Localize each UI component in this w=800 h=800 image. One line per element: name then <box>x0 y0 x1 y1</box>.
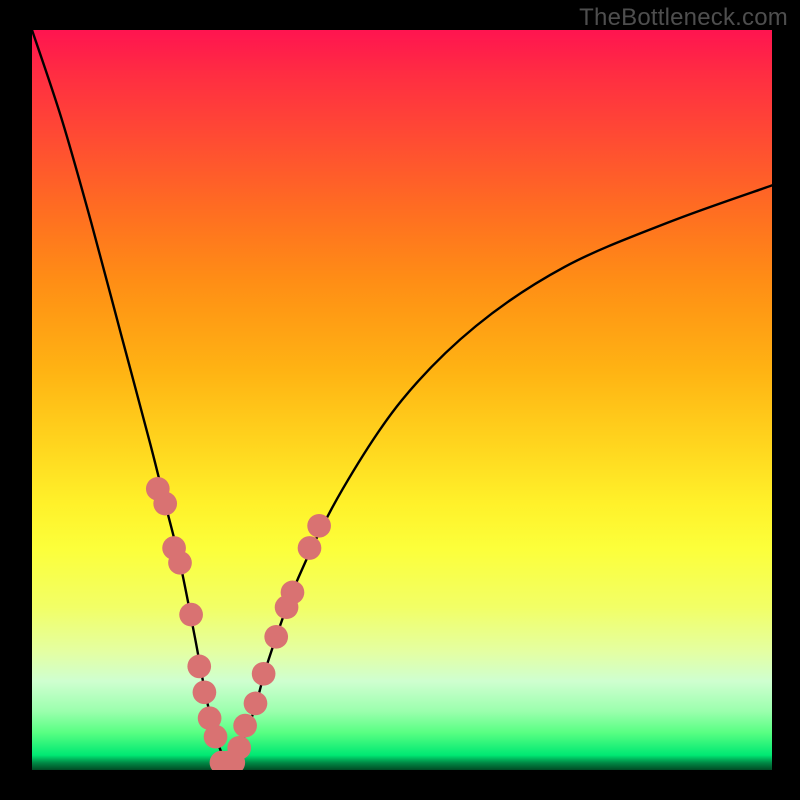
marker-dot <box>153 492 177 516</box>
marker-dot <box>168 551 192 575</box>
chart-container: TheBottleneck.com <box>0 0 800 800</box>
watermark-text: TheBottleneck.com <box>579 4 788 32</box>
highlight-markers <box>146 477 331 770</box>
marker-dot <box>252 662 276 686</box>
marker-dot <box>281 581 305 605</box>
marker-dot <box>307 514 331 538</box>
marker-dot <box>204 725 228 749</box>
plot-area <box>32 30 772 770</box>
marker-dot <box>227 736 251 760</box>
marker-dot <box>264 625 288 649</box>
marker-dot <box>244 692 268 716</box>
marker-dot <box>233 714 257 738</box>
marker-dot <box>298 536 322 560</box>
marker-dot <box>179 603 203 627</box>
bottleneck-curve <box>32 30 772 763</box>
marker-dot <box>193 680 217 704</box>
curve-layer <box>32 30 772 770</box>
marker-dot <box>187 655 211 679</box>
